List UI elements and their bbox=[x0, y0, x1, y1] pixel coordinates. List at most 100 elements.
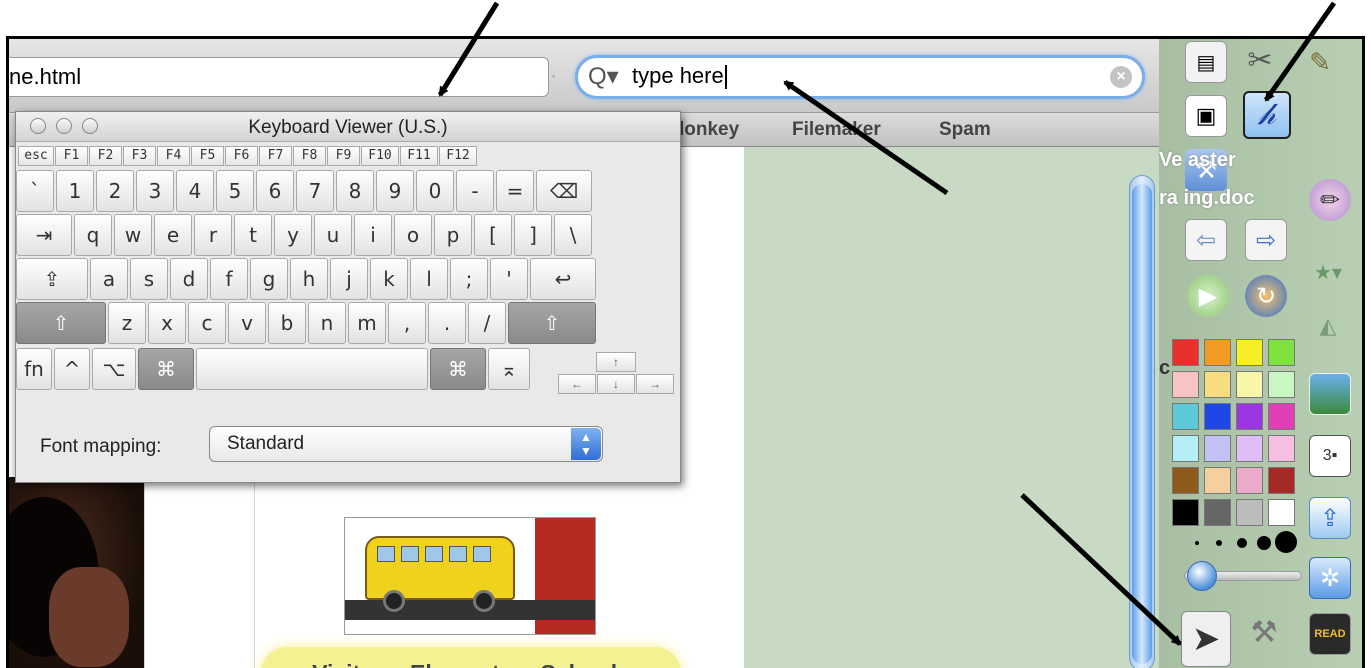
color-swatch[interactable] bbox=[1172, 339, 1199, 366]
key-row_number-8[interactable]: 8 bbox=[336, 170, 374, 212]
key-row_home-0[interactable]: ⇪ bbox=[16, 258, 88, 300]
key-row_number-11[interactable]: - bbox=[456, 170, 494, 212]
color-swatch[interactable] bbox=[1236, 467, 1263, 494]
key-row_top-10[interactable]: p bbox=[434, 214, 472, 256]
key-row_home-2[interactable]: s bbox=[130, 258, 168, 300]
key-row_bottom-9[interactable]: . bbox=[428, 302, 466, 344]
brush-size-5[interactable] bbox=[1275, 531, 1297, 553]
key-row_home-1[interactable]: a bbox=[90, 258, 128, 300]
arrow-left-key[interactable]: ← bbox=[558, 374, 596, 394]
vertical-scrollbar[interactable] bbox=[1129, 175, 1155, 668]
key-row_top-0[interactable]: ⇥ bbox=[16, 214, 72, 256]
search-field[interactable]: Q▾ type here × bbox=[575, 55, 1145, 99]
color-swatch[interactable] bbox=[1268, 435, 1295, 462]
key-row_home-3[interactable]: d bbox=[170, 258, 208, 300]
color-swatch[interactable] bbox=[1204, 499, 1231, 526]
visit-schools-link[interactable]: Visit our Elementary Schools bbox=[261, 647, 681, 668]
color-swatch[interactable] bbox=[1268, 467, 1295, 494]
snowflake-icon[interactable]: ✲ bbox=[1309, 557, 1351, 599]
arrow-up-key[interactable]: ↑ bbox=[596, 352, 636, 372]
arrow-down-key[interactable]: ↓ bbox=[597, 374, 635, 394]
key-row_space-1[interactable]: ^ bbox=[54, 348, 90, 390]
back-arrow-icon[interactable]: ⇦ bbox=[1185, 219, 1227, 261]
color-swatch[interactable] bbox=[1236, 499, 1263, 526]
key-row_home-10[interactable]: ; bbox=[450, 258, 488, 300]
key-row_top-12[interactable]: ] bbox=[514, 214, 552, 256]
key-row_bottom-10[interactable]: / bbox=[468, 302, 506, 344]
fkey-f1[interactable]: F1 bbox=[55, 146, 88, 166]
color-swatch[interactable] bbox=[1268, 371, 1295, 398]
color-swatch[interactable] bbox=[1204, 371, 1231, 398]
upload-icon[interactable]: ⇪ bbox=[1309, 497, 1351, 539]
key-row_bottom-5[interactable]: b bbox=[268, 302, 306, 344]
key-row_home-5[interactable]: g bbox=[250, 258, 288, 300]
key-row_bottom-0[interactable]: ⇧ bbox=[16, 302, 106, 344]
key-row_number-7[interactable]: 7 bbox=[296, 170, 334, 212]
color-swatch[interactable] bbox=[1236, 403, 1263, 430]
fkey-f6[interactable]: F6 bbox=[225, 146, 258, 166]
color-swatch[interactable] bbox=[1172, 435, 1199, 462]
key-row_top-5[interactable]: t bbox=[234, 214, 272, 256]
read-icon[interactable]: READ bbox=[1309, 613, 1351, 655]
bookmark-spam[interactable]: Spam bbox=[939, 119, 991, 141]
pointer-tool-icon[interactable]: ➤ bbox=[1181, 611, 1231, 667]
shapes-icon[interactable]: ◭ bbox=[1307, 305, 1349, 347]
key-row_number-13[interactable]: ⌫ bbox=[536, 170, 592, 212]
key-row_top-7[interactable]: u bbox=[314, 214, 352, 256]
color-swatch[interactable] bbox=[1204, 339, 1231, 366]
fkey-f9[interactable]: F9 bbox=[327, 146, 360, 166]
key-row_space-0[interactable]: fn bbox=[16, 348, 52, 390]
key-row_home-12[interactable]: ↩ bbox=[530, 258, 596, 300]
opacity-slider-knob[interactable] bbox=[1187, 561, 1217, 591]
number-panel-icon[interactable]: 3▪ bbox=[1309, 435, 1351, 477]
key-row_bottom-11[interactable]: ⇧ bbox=[508, 302, 596, 344]
key-row_number-10[interactable]: 0 bbox=[416, 170, 454, 212]
brush-size-1[interactable] bbox=[1195, 541, 1199, 545]
spacebar-key[interactable] bbox=[196, 348, 428, 390]
scrollbar-thumb[interactable] bbox=[1132, 184, 1152, 664]
key-row_top-8[interactable]: i bbox=[354, 214, 392, 256]
font-mapping-select[interactable]: Standard ▲ ▼ bbox=[209, 426, 603, 462]
key-row_top-4[interactable]: r bbox=[194, 214, 232, 256]
key-row_number-3[interactable]: 3 bbox=[136, 170, 174, 212]
color-swatch[interactable] bbox=[1236, 435, 1263, 462]
key-row_number-0[interactable]: ` bbox=[16, 170, 54, 212]
star-icon[interactable]: ★▾ bbox=[1307, 251, 1349, 293]
url-grip-icon[interactable]: ◦ bbox=[552, 71, 560, 81]
key-row_bottom-6[interactable]: n bbox=[308, 302, 346, 344]
key-row_space-5[interactable]: ⌘ bbox=[430, 348, 486, 390]
color-swatch[interactable] bbox=[1204, 403, 1231, 430]
scissors-icon[interactable]: ✂ bbox=[1239, 39, 1281, 81]
fkey-f10[interactable]: F10 bbox=[361, 146, 399, 166]
brush-size-4[interactable] bbox=[1257, 536, 1271, 550]
fkey-f11[interactable]: F11 bbox=[400, 146, 438, 166]
fkey-f2[interactable]: F2 bbox=[89, 146, 122, 166]
key-row_number-12[interactable]: = bbox=[496, 170, 534, 212]
key-row_home-8[interactable]: k bbox=[370, 258, 408, 300]
color-swatch[interactable] bbox=[1172, 371, 1199, 398]
key-row_bottom-8[interactable]: , bbox=[388, 302, 426, 344]
pencil-circle-icon[interactable]: ✏ bbox=[1309, 179, 1351, 221]
key-row_top-13[interactable]: \ bbox=[554, 214, 592, 256]
school-bus-image[interactable] bbox=[344, 517, 596, 635]
color-swatch[interactable] bbox=[1268, 339, 1295, 366]
sync-icon[interactable]: ↻ bbox=[1245, 275, 1287, 317]
color-swatch[interactable] bbox=[1268, 403, 1295, 430]
fkey-f5[interactable]: F5 bbox=[191, 146, 224, 166]
search-input-value[interactable]: type here bbox=[632, 63, 727, 90]
url-field[interactable]: ne.html bbox=[9, 57, 549, 97]
fkey-esc[interactable]: esc bbox=[18, 146, 54, 166]
color-swatch[interactable] bbox=[1172, 467, 1199, 494]
key-row_bottom-3[interactable]: c bbox=[188, 302, 226, 344]
key-row_space-6[interactable]: ⌅ bbox=[488, 348, 530, 390]
key-row_space-2[interactable]: ⌥ bbox=[92, 348, 136, 390]
key-row_bottom-4[interactable]: v bbox=[228, 302, 266, 344]
fkey-f3[interactable]: F3 bbox=[123, 146, 156, 166]
key-row_top-6[interactable]: y bbox=[274, 214, 312, 256]
select-arrows-icon[interactable]: ▲ ▼ bbox=[571, 428, 601, 460]
key-row_home-11[interactable]: ' bbox=[490, 258, 528, 300]
color-swatch[interactable] bbox=[1268, 499, 1295, 526]
play-icon[interactable]: ▶ bbox=[1187, 275, 1229, 317]
brush-size-2[interactable] bbox=[1216, 540, 1222, 546]
key-row_number-9[interactable]: 9 bbox=[376, 170, 414, 212]
